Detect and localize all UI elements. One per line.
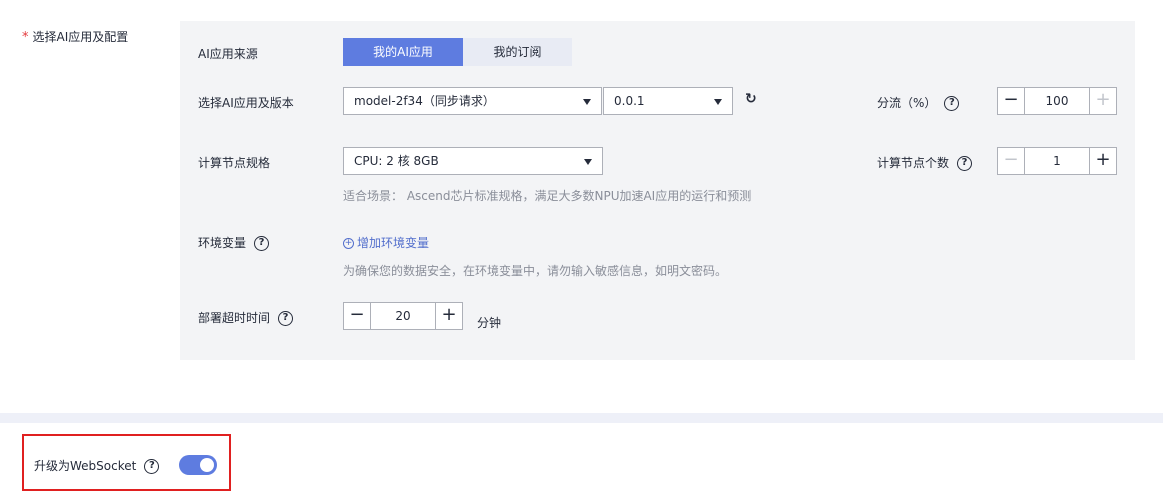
spec-select-value: CPU: 2 核 8GB [354,154,439,168]
timeout-unit: 分钟 [477,316,502,330]
section-title: * 选择AI应用及配置 [22,28,128,45]
websocket-toggle[interactable] [179,455,217,475]
nodes-label-text: 计算节点个数 [877,156,950,170]
nodes-increment-button[interactable]: + [1090,148,1116,174]
split-label-text: 分流（%） [877,96,937,110]
source-toggle-group: 我的AI应用 我的订阅 [343,38,572,66]
source-option-subscriptions[interactable]: 我的订阅 [463,38,572,66]
deploy-config-page: * 选择AI应用及配置 AI应用来源 我的AI应用 我的订阅 选择AI应用及版本 … [0,0,1163,504]
source-option-my-apps[interactable]: 我的AI应用 [343,38,463,66]
nodes-label: 计算节点个数? [877,154,973,171]
toggle-knob [200,458,214,472]
split-stepper: − 100 + [997,87,1117,115]
timeout-stepper: − 20 + [343,302,463,330]
question-circle-icon[interactable]: ? [944,96,960,111]
chevron-down-icon [584,159,592,165]
timeout-label: 部署超时时间? [198,309,294,326]
refresh-icon[interactable]: ↻ [745,91,757,107]
spec-hint: 适合场景： Ascend芯片标准规格，满足大多数NPU加速AI应用的运行和预测 [343,189,752,203]
section-divider [0,413,1163,423]
chevron-down-icon [714,99,722,105]
websocket-label-text: 升级为WebSocket [34,459,137,473]
app-select[interactable]: model-2f34（同步请求） [343,87,602,115]
nodes-stepper: − 1 + [997,147,1117,175]
split-label: 分流（%）? [877,94,960,111]
split-increment-button[interactable]: + [1090,88,1116,114]
source-label: AI应用来源 [198,47,258,61]
spec-label: 计算节点规格 [198,156,271,170]
env-hint: 为确保您的数据安全，在环境变量中，请勿输入敏感信息，如明文密码。 [343,264,728,278]
config-panel: AI应用来源 我的AI应用 我的订阅 选择AI应用及版本 model-2f34（… [180,21,1135,360]
version-select[interactable]: 0.0.1 [603,87,733,115]
chevron-down-icon [583,99,591,105]
question-circle-icon[interactable]: ? [278,311,294,326]
timeout-increment-button[interactable]: + [436,303,462,329]
timeout-label-text: 部署超时时间 [198,311,271,325]
section-title-text: 选择AI应用及配置 [32,30,129,44]
add-env-var-link[interactable]: + 增加环境变量 [343,234,429,251]
timeout-value[interactable]: 20 [370,303,436,329]
env-label: 环境变量? [198,234,270,251]
add-env-var-text: 增加环境变量 [357,236,430,250]
question-circle-icon[interactable]: ? [957,156,973,171]
question-circle-icon[interactable]: ? [144,459,160,474]
split-value[interactable]: 100 [1024,88,1090,114]
spec-select[interactable]: CPU: 2 核 8GB [343,147,603,175]
plus-circle-icon: + [343,238,354,249]
websocket-label: 升级为WebSocket? [34,457,160,474]
question-circle-icon[interactable]: ? [254,236,270,251]
websocket-highlight: 升级为WebSocket? [22,434,231,491]
required-mark: * [22,30,29,45]
version-select-value: 0.0.1 [614,94,645,108]
nodes-decrement-button[interactable]: − [998,148,1024,174]
app-select-value: model-2f34（同步请求） [354,94,495,108]
nodes-value[interactable]: 1 [1024,148,1090,174]
env-label-text: 环境变量 [198,236,247,250]
timeout-decrement-button[interactable]: − [344,303,370,329]
model-label: 选择AI应用及版本 [198,96,294,110]
split-decrement-button[interactable]: − [998,88,1024,114]
